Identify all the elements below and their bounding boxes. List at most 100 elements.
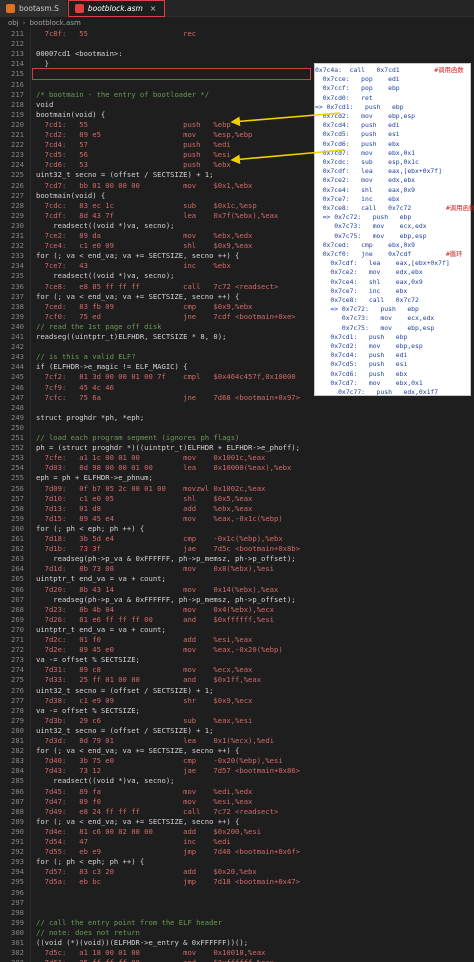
line-text: for (; va < end_va; va += SECTSIZE, secn… [36, 291, 240, 301]
line-text: eph = ph + ELFHDR->e_phnum; [36, 473, 153, 483]
code-line[interactable]: 249 struct proghdr *ph, *eph; [0, 413, 474, 423]
code-line[interactable]: 285 readsect((void *)va, secno); [0, 776, 474, 786]
line-text: 00007cd1 <bootmain>: [36, 49, 123, 59]
code-line[interactable]: 256 7d09: 0f b7 05 2c 00 01 00 movzwl 0x… [0, 484, 474, 494]
line-number: 213 [11, 49, 24, 59]
code-line[interactable]: 268 7d23: 8b 4b 04 mov 0x4(%ebx),%ecx [0, 605, 474, 615]
code-line[interactable]: 211 7c8f: 55 rec [0, 29, 474, 39]
code-line[interactable]: 213 00007cd1 <bootmain>: [0, 49, 474, 59]
code-line[interactable]: 273 va -= offset % SECTSIZE; [0, 655, 474, 665]
code-line[interactable]: 280 uint32_t secno = (offset / SECTSIZE) … [0, 726, 474, 736]
code-line[interactable]: 279 7d3b: 29 c6 sub %eax,%esi [0, 716, 474, 726]
tab-0[interactable]: bootasm.S [0, 0, 68, 17]
code-line[interactable]: 266 7d20: 8b 43 14 mov 0x14(%ebx),%eax [0, 585, 474, 595]
line-number: 243 [11, 352, 24, 362]
code-line[interactable]: 289 for (; va < end_va; va += SECTSIZE, s… [0, 817, 474, 827]
trace-line: 0x7ce8: call 0x7c72 [315, 296, 419, 304]
code-line[interactable]: 275 7d33: 25 ff 01 00 00 and $0x1ff,%eax [0, 675, 474, 685]
line-text: 7d57: 83 c3 20 add $0x20,%ebx [36, 867, 257, 877]
line-number: 214 [11, 59, 24, 69]
code-line[interactable]: 272 7d2e: 89 45 e0 mov %eax,-0x20(%ebp) [0, 645, 474, 655]
line-number: 245 [11, 372, 24, 382]
code-line[interactable]: 261 7d18: 3b 5d e4 cmp -0x1c(%ebp),%ebx [0, 534, 474, 544]
code-line[interactable]: 248 [0, 403, 474, 413]
code-line[interactable]: 294 7d57: 83 c3 20 add $0x20,%ebx [0, 867, 474, 877]
code-line[interactable]: 282 for (; va < end_va; va += SECTSIZE, s… [0, 746, 474, 756]
line-text: 7c8f: 55 rec [36, 29, 197, 38]
code-line[interactable]: 258 7d13: 01 d8 add %ebx,%eax [0, 504, 474, 514]
code-line[interactable]: 278 va -= offset % SECTSIZE; [0, 706, 474, 716]
code-line[interactable]: 215 [11, 68, 311, 81]
line-number: 272 [11, 645, 24, 655]
code-line[interactable]: 250 [0, 423, 474, 433]
line-number: 288 [11, 806, 24, 816]
code-line[interactable]: 292 7d55: eb e9 jmp 7d40 <bootmain+0x6f> [0, 847, 474, 857]
code-line[interactable]: 297 [0, 898, 474, 908]
line-text: uintptr_t end_va = va + count; [36, 624, 166, 634]
code-line[interactable]: 277 7d38: c1 e9 09 shr $0x9,%ecx [0, 696, 474, 706]
line-number: 295 [11, 877, 24, 887]
code-line[interactable]: 283 7d40: 3b 75 e0 cmp -0x20(%ebp),%esi [0, 756, 474, 766]
code-line[interactable]: 252 ph = (struct proghdr *)((uintptr_t)EL… [0, 443, 474, 453]
code-line[interactable]: 296 [0, 888, 474, 898]
code-line[interactable]: 276 uint32_t secno = (offset / SECTSIZE) … [0, 686, 474, 696]
code-line[interactable]: 255 eph = ph + ELFHDR->e_phnum; [0, 473, 474, 483]
line-number: 290 [11, 826, 24, 836]
line-number: 225 [11, 170, 24, 180]
line-text: bootmain(void) { [36, 109, 106, 119]
code-line[interactable]: 299 // call the entry point from the ELF … [0, 918, 474, 928]
code-line[interactable]: 267 readseg(ph->p_va & 0xFFFFFF, ph->p_m… [0, 595, 474, 605]
trace-line: 0x7cce: pop edi [315, 75, 400, 84]
trace-line: 0x7cd4: push edi [315, 351, 408, 360]
line-number: 223 [11, 150, 24, 160]
code-line[interactable]: 274 7d31: 89 c8 mov %ecx,%eax [0, 665, 474, 675]
close-icon[interactable]: × [150, 4, 156, 13]
code-line[interactable]: 300 // note: does not return [0, 928, 474, 938]
code-line[interactable]: 293 for (; ph < eph; ph ++) { [0, 857, 474, 867]
code-line[interactable]: 290 7d4e: 81 c6 00 02 00 00 add $0x200,%… [0, 827, 474, 837]
code-line[interactable]: 269 7d26: 81 e6 ff ff ff 00 and $0xfffff… [0, 615, 474, 625]
breadcrumb-item[interactable]: bootblock.asm [29, 19, 80, 27]
tab-1[interactable]: bootblock.asm × [67, 0, 166, 17]
tab-bar: bootasm.S bootblock.asm × [0, 0, 474, 17]
line-text: /* bootmain - the entry of bootloader */ [36, 89, 210, 99]
line-text: 7d61: 25 ff ff ff 00 and $0xffffff,%eax [36, 958, 274, 962]
code-line[interactable]: 301 ((void (*)(void))(ELFHDR->e_entry & 0… [0, 938, 474, 948]
line-text: ((void (*)(void))(ELFHDR->e_entry & 0xFF… [36, 938, 249, 947]
line-number: 252 [11, 443, 24, 453]
code-line[interactable]: 271 7d2c: 01 f0 add %esi,%eax [0, 635, 474, 645]
code-line[interactable]: 212 [0, 39, 474, 49]
code-line[interactable]: 302 7d5c: a1 18 00 01 00 mov 0x10018,%ea… [0, 948, 474, 958]
code-line[interactable]: 254 7d03: 8d 98 00 00 01 00 lea 0x10000(… [0, 463, 474, 473]
line-number: 294 [11, 867, 24, 877]
code-line[interactable]: 260 for (; ph < eph; ph ++) { [0, 524, 474, 534]
code-line[interactable]: 253 7cfe: a1 1c 00 01 00 mov 0x1001c,%ea… [0, 453, 474, 463]
code-line[interactable]: 251 // load each program segment (ignores… [0, 433, 474, 443]
code-line[interactable]: 298 [0, 908, 474, 918]
code-line[interactable]: 286 7d45: 89 fa mov %edi,%edx [0, 787, 474, 797]
trace-line: => 0x7cd1: push ebp [315, 102, 404, 111]
code-line[interactable]: 265 uintptr_t end_va = va + count; [0, 574, 474, 584]
trace-line: 0x7cd4: push edi [315, 121, 400, 130]
code-line[interactable]: 263 readseg(ph->p_va & 0xFFFFFF, ph->p_m… [0, 554, 474, 564]
line-number: 257 [11, 493, 24, 503]
code-line[interactable]: 259 7d15: 89 45 e4 mov %eax,-0x1c(%ebp) [0, 514, 474, 524]
trace-line: 0x7ce8: call 0x7c72 #调用函数 [315, 204, 474, 212]
code-line[interactable]: 284 7d43: 73 12 jae 7d57 <bootmain+0x86> [0, 766, 474, 776]
code-line[interactable]: 291 7d54: 47 inc %edi [0, 837, 474, 847]
code-line[interactable]: 257 7d10: c1 e0 05 shl $0x5,%eax [0, 494, 474, 504]
line-number: 298 [11, 907, 24, 917]
code-line[interactable]: 288 7d49: e8 24 ff ff ff call 7c72 <read… [0, 807, 474, 817]
code-line[interactable]: 262 7d1b: 73 3f jae 7d5c <bootmain+0x8b> [0, 544, 474, 554]
code-line[interactable]: 264 7d1d: 8b 73 08 mov 0x8(%ebx),%esi [0, 564, 474, 574]
line-text: 7cdc: 83 ec 1c sub $0x1c,%esp [36, 200, 257, 210]
code-line[interactable]: 303 7d61: 25 ff ff ff 00 and $0xffffff,%… [0, 958, 474, 962]
line-text: 7d1d: 8b 73 08 mov 0x8(%ebx),%esi [36, 564, 274, 574]
code-line[interactable]: 270 uintptr_t end_va = va + count; [0, 625, 474, 635]
breadcrumb-item[interactable]: obj [8, 19, 19, 27]
code-line[interactable]: 281 7d3d: 8d 79 01 lea 0x1(%ecx),%edi [0, 736, 474, 746]
line-number: 275 [11, 675, 24, 685]
code-line[interactable]: 295 7d5a: eb bc jmp 7d18 <bootmain+0x47> [0, 877, 474, 887]
line-number: 238 [11, 301, 24, 311]
code-line[interactable]: 287 7d47: 89 f0 mov %esi,%eax [0, 797, 474, 807]
